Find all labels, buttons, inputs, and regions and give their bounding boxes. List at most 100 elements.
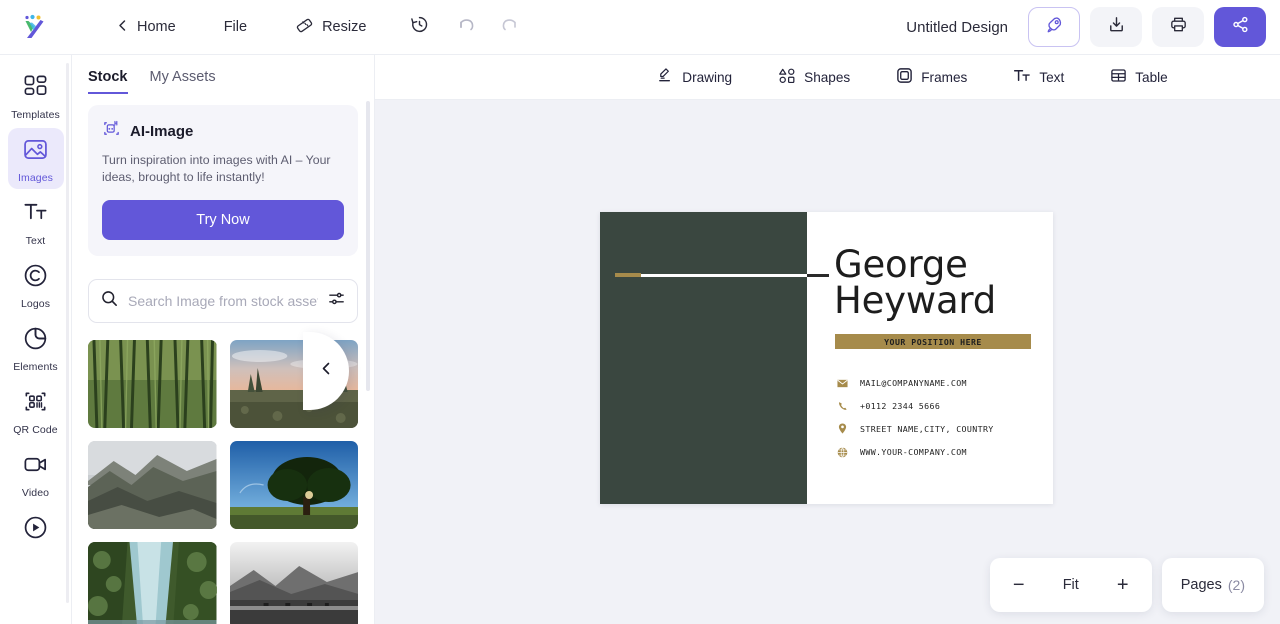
print-button[interactable] [1152,7,1204,47]
zoom-out-button[interactable]: − [1010,575,1028,595]
shapes-icon [778,67,796,88]
download-button[interactable] [1090,7,1142,47]
contact-row-website[interactable]: WWW.YOUR-COMPANY.COM [837,447,994,458]
sidebar-label: Text [25,235,46,247]
home-button[interactable]: Home [106,13,186,42]
sidebar-label: Templates [11,109,60,121]
rail-scrollbar[interactable] [66,63,69,603]
sidebar-item-elements[interactable]: Elements [8,317,64,378]
design-canvas[interactable]: George Heyward YOUR POSITION HERE MAIL@C… [375,100,1280,624]
zoom-value[interactable]: Fit [1063,577,1079,593]
accent-line-dark [807,274,829,277]
zoom-in-button[interactable]: + [1114,575,1132,595]
tab-stock[interactable]: Stock [88,69,128,94]
publish-button[interactable] [1028,7,1080,47]
undo-arrow-icon [456,14,478,41]
tool-label: Frames [921,69,968,85]
undo-button[interactable] [450,10,484,44]
templates-grid-icon [22,73,49,105]
sidebar-label: Logos [20,298,51,310]
canvas-bottom-controls: − Fit + Pages (2) [989,558,1264,612]
business-card-design[interactable]: George Heyward YOUR POSITION HERE MAIL@C… [600,212,1053,504]
contact-row-address[interactable]: STREET NAME,CITY, COUNTRY [837,423,994,434]
rocket-icon [1044,14,1065,40]
tool-table[interactable]: Table [1104,62,1174,92]
pen-drawing-icon [657,67,674,87]
redo-button[interactable] [492,10,526,44]
redo-arrow-icon [498,14,520,41]
app-header: Home File Resize Untitled Design [0,0,1280,55]
tool-drawing[interactable]: Drawing [651,62,738,92]
version-history-button[interactable] [402,10,436,44]
image-photo-icon [22,136,49,168]
video-camera-icon [22,451,49,483]
sidebar-item-logos[interactable]: Logos [8,254,64,315]
pages-button[interactable]: Pages (2) [1161,558,1264,612]
try-now-button[interactable]: Try Now [102,199,344,240]
lone-tree-blue-sky-thumbnail[interactable] [229,440,358,529]
sticker-peel-icon [22,325,49,357]
app-root: Home File Resize Untitled Design Templat… [0,0,1280,624]
sidebar-item-qr-code[interactable]: QR Code [8,380,64,441]
pages-label: Pages [1180,577,1222,593]
tool-label: Table [1135,69,1168,85]
vista-logo-icon[interactable] [16,10,50,44]
card-green-panel [600,212,807,504]
sidebar-item-templates[interactable]: Templates [8,65,64,126]
download-icon [1106,14,1127,40]
sidebar-item-audio[interactable] [8,506,64,555]
panel-scrollbar[interactable] [366,101,370,391]
card-position-text: YOUR POSITION HERE [884,336,982,347]
waterfall-thumbnail[interactable] [88,541,217,624]
tool-text[interactable]: Text [1007,62,1070,93]
blackwhite-lake-thumbnail[interactable] [229,541,358,624]
tool-frames[interactable]: Frames [890,62,973,92]
table-grid-icon [1110,67,1127,87]
mountain-range-thumbnail[interactable] [88,440,217,529]
sidebar-item-video[interactable]: Video [8,443,64,504]
ai-card-description: Turn inspiration into images with AI – Y… [102,153,331,185]
text-tt-icon [1013,67,1031,88]
zoom-control: − Fit + [989,558,1152,612]
resize-button[interactable]: Resize [285,10,376,45]
bamboo-forest-thumbnail[interactable] [88,339,217,428]
app-body: Templates Images Text Logos Elements QR … [0,55,1280,624]
sidebar-item-text[interactable]: Text [8,191,64,252]
pages-count: (2) [1227,577,1245,593]
canvas-toolbar: Drawing Shapes Frames Text Table [375,55,1280,100]
left-tool-rail: Templates Images Text Logos Elements QR … [0,55,72,624]
tab-my-assets[interactable]: My Assets [150,69,216,94]
contact-address-text: STREET NAME,CITY, COUNTRY [860,423,994,434]
share-button[interactable] [1214,7,1266,47]
sidebar-label: QR Code [13,424,58,436]
contact-row-phone[interactable]: +0112 2344 5666 [837,401,994,411]
stock-search-box[interactable] [88,278,358,323]
chevron-left-icon [319,361,334,381]
card-position-banner[interactable]: YOUR POSITION HERE [835,334,1031,349]
document-title[interactable]: Untitled Design [906,19,1008,36]
chevron-left-icon [116,19,129,36]
tool-label: Text [1039,69,1065,85]
contact-row-email[interactable]: MAIL@COMPANYNAME.COM [837,378,994,388]
file-label: File [223,19,248,35]
envelope-icon [837,379,848,388]
sidebar-item-images[interactable]: Images [7,128,64,189]
frame-square-icon [896,67,913,87]
card-contact-list: MAIL@COMPANYNAME.COM +0112 2344 5666 STR… [837,378,994,458]
panel-tabs: Stock My Assets [72,55,374,94]
tool-shapes[interactable]: Shapes [772,62,856,93]
location-pin-icon [837,423,848,434]
accent-line-gold [615,273,641,277]
sidebar-label: Images [17,172,54,184]
search-input[interactable] [128,292,318,309]
phone-icon [837,401,848,411]
sidebar-label: Elements [13,361,58,373]
ai-image-promo-card: AI-Image Turn inspiration into images wi… [88,105,358,256]
header-right-group: Untitled Design [906,7,1266,47]
file-menu-button[interactable]: File [214,13,257,41]
tool-label: Drawing [682,69,733,85]
resize-label: Resize [322,19,367,35]
ai-card-header: AI-Image [102,119,344,143]
card-name-text[interactable]: George Heyward [834,246,996,319]
sliders-filter-icon[interactable] [327,289,346,313]
